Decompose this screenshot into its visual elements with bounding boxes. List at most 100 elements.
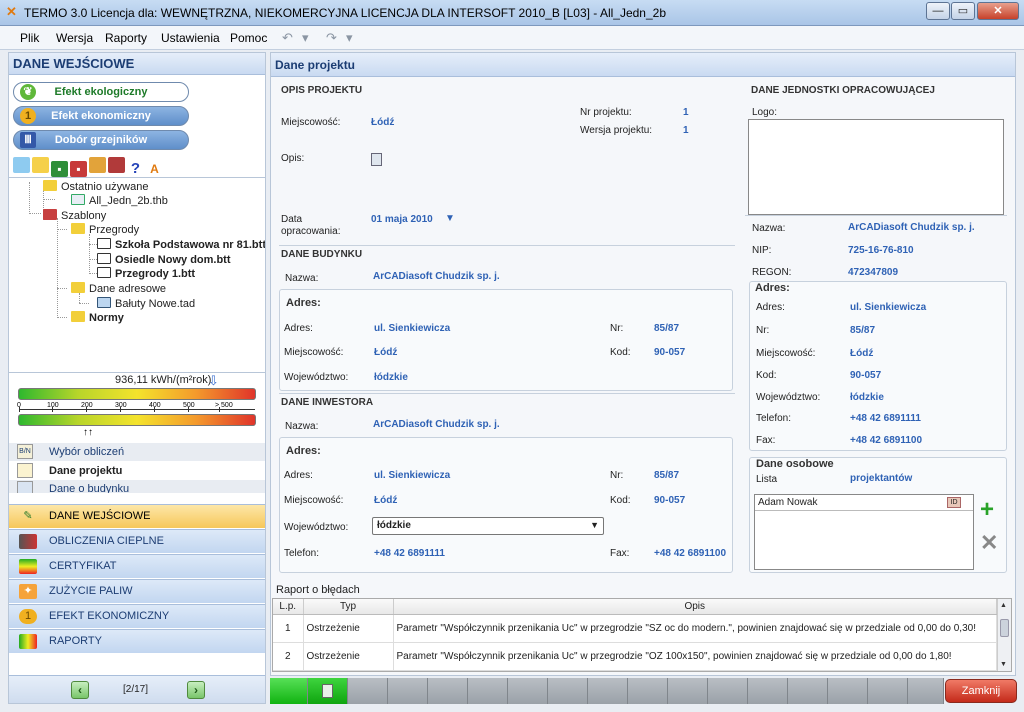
step-segment[interactable] — [868, 678, 908, 704]
errors-scrollbar[interactable]: ▲ ▼ — [997, 599, 1011, 671]
jednostka-regon-value[interactable]: 472347809 — [848, 267, 898, 278]
jednostka-miejscowosc-value[interactable]: Łódź — [850, 348, 873, 359]
arcadia-icon[interactable]: A — [146, 161, 163, 177]
module-econ-button[interactable]: 1 Efekt ekonomiczny — [13, 106, 189, 126]
osobowe-lista-value[interactable]: projektantów — [850, 473, 912, 484]
step-segment[interactable] — [428, 678, 468, 704]
menu-plik[interactable]: Plik — [20, 31, 39, 45]
save-as-icon[interactable]: ▪ — [70, 161, 87, 177]
tree-file-1[interactable]: Szkoła Podstawowa nr 81.btt — [97, 238, 265, 251]
inwestor-kod-value[interactable]: 90-057 — [654, 495, 685, 506]
close-window-button[interactable]: ✕ — [977, 2, 1019, 20]
step-segment[interactable] — [308, 678, 348, 704]
budynek-woj-value[interactable]: łódzkie — [374, 372, 408, 383]
jednostka-fax-value[interactable]: +48 42 6891100 — [850, 435, 922, 446]
redo-dropdown-icon[interactable]: ▾ — [346, 30, 353, 46]
step-segment[interactable] — [628, 678, 668, 704]
step-segment[interactable] — [348, 678, 388, 704]
undo-icon[interactable]: ↶ — [282, 30, 293, 46]
tree-norms[interactable]: Normy — [71, 311, 124, 324]
menu-ustawienia[interactable]: Ustawienia — [161, 31, 220, 45]
step-segment[interactable] — [748, 678, 788, 704]
jednostka-nr-value[interactable]: 85/87 — [850, 325, 875, 336]
section-raporty[interactable]: RAPORTY — [9, 629, 265, 653]
menu-raporty[interactable]: Raporty — [105, 31, 147, 45]
open-folder-icon[interactable] — [32, 157, 49, 173]
redo-icon[interactable]: ↷ — [326, 30, 337, 46]
inwestor-miejscowosc-value[interactable]: Łódź — [374, 495, 397, 506]
delete-icon[interactable] — [108, 157, 125, 173]
tree-file-2[interactable]: Osiedle Nowy dom.btt — [97, 253, 231, 266]
maximize-button[interactable]: ▭ — [951, 2, 975, 20]
help-icon[interactable]: ? — [127, 161, 144, 177]
step-segment[interactable] — [388, 678, 428, 704]
opis-miejscowosc-value[interactable]: Łódź — [371, 117, 394, 128]
budynek-nr-value[interactable]: 85/87 — [654, 323, 679, 334]
add-person-icon[interactable]: + — [980, 498, 994, 522]
section-obliczenia[interactable]: OBLICZENIA CIEPLNE — [9, 529, 265, 553]
error-row[interactable]: 1 Ostrzeżenie Parametr "Współczynnik prz… — [273, 614, 997, 643]
opis-nr-value[interactable]: 1 — [683, 107, 689, 118]
inwestor-tel-value[interactable]: +48 42 6891111 — [374, 548, 445, 559]
person-row[interactable]: Adam Nowak ID — [755, 495, 973, 511]
opis-data-value[interactable]: 01 maja 2010 — [371, 214, 433, 225]
error-row[interactable]: 2 Ostrzeżenie Parametr "Współczynnik prz… — [273, 642, 997, 671]
menu-wersja[interactable]: Wersja — [56, 31, 93, 45]
tree-file-3[interactable]: Przegrody 1.btt — [97, 267, 195, 280]
section-efekt[interactable]: 1 EFEKT EKONOMICZNY — [9, 604, 265, 628]
nav-wybor-obliczen[interactable]: B/N Wybór obliczeń — [9, 443, 265, 461]
budynek-miejscowosc-value[interactable]: Łódź — [374, 347, 397, 358]
step-segment[interactable] — [468, 678, 508, 704]
section-certyfikat[interactable]: CERTYFIKAT — [9, 554, 265, 578]
budynek-adres-value[interactable]: ul. Sienkiewicza — [374, 323, 450, 334]
budynek-nazwa-value[interactable]: ArCADiasoft Chudzik sp. j. — [373, 271, 500, 282]
description-doc-icon[interactable] — [371, 153, 382, 166]
inwestor-woj-select[interactable]: łódzkie ▼ — [372, 517, 604, 535]
inwestor-nr-value[interactable]: 85/87 — [654, 470, 679, 481]
close-button[interactable]: Zamknij — [945, 679, 1017, 703]
step-segment[interactable] — [588, 678, 628, 704]
step-segment[interactable] — [270, 678, 308, 704]
module-eco-button[interactable]: ❦ Efekt ekologiczny — [13, 82, 189, 102]
tree-recent-file[interactable]: All_Jedn_2b.thb — [71, 194, 168, 207]
id-card-icon[interactable]: ID — [947, 497, 961, 508]
step-segment[interactable] — [908, 678, 944, 704]
scroll-up-icon[interactable]: ▲ — [1000, 602, 1007, 609]
step-segment[interactable] — [708, 678, 748, 704]
jednostka-nip-value[interactable]: 725-16-76-810 — [848, 245, 914, 256]
col-opis[interactable]: Opis — [393, 599, 997, 615]
step-segment[interactable] — [548, 678, 588, 704]
inwestor-fax-value[interactable]: +48 42 6891100 — [654, 548, 726, 559]
save-icon[interactable]: ▪ — [51, 161, 68, 177]
tree-recent[interactable]: Ostatnio używane — [43, 180, 148, 193]
tree-partitions[interactable]: Przegrody — [71, 223, 139, 236]
tree-templates[interactable]: Szablony — [43, 209, 106, 222]
module-radiator-button[interactable]: Ⅲ Dobór grzejników — [13, 130, 189, 150]
scroll-down-icon[interactable]: ▼ — [1000, 661, 1007, 668]
inwestor-nazwa-value[interactable]: ArCADiasoft Chudzik sp. j. — [373, 419, 500, 430]
next-page-button[interactable]: › — [187, 681, 205, 699]
jednostka-tel-value[interactable]: +48 42 6891111 — [850, 413, 921, 424]
logo-box[interactable] — [748, 119, 1004, 215]
menu-pomoc[interactable]: Pomoc — [230, 31, 267, 45]
scroll-thumb[interactable] — [1000, 619, 1009, 637]
inwestor-adres-value[interactable]: ul. Sienkiewicza — [374, 470, 450, 481]
step-segment[interactable] — [828, 678, 868, 704]
col-lp[interactable]: L.p. — [273, 599, 304, 615]
step-segment[interactable] — [508, 678, 548, 704]
section-dane-wejsciowe[interactable]: ✎ DANE WEJŚCIOWE — [9, 504, 265, 528]
import-icon[interactable] — [89, 157, 106, 173]
date-dropdown-icon[interactable]: ▼ — [445, 213, 455, 224]
jednostka-nazwa-value[interactable]: ArCADiasoft Chudzik sp. j. — [848, 222, 975, 233]
jednostka-kod-value[interactable]: 90-057 — [850, 370, 881, 381]
minimize-button[interactable]: — — [926, 2, 950, 20]
prev-page-button[interactable]: ‹ — [71, 681, 89, 699]
tree-file-4[interactable]: Bałuty Nowe.tad — [97, 297, 195, 310]
remove-person-icon[interactable]: ✕ — [980, 532, 998, 554]
opis-wersja-value[interactable]: 1 — [683, 125, 689, 136]
tree-address-data[interactable]: Dane adresowe — [71, 282, 166, 295]
jednostka-woj-value[interactable]: łódzkie — [850, 392, 884, 403]
new-icon[interactable] — [13, 157, 30, 173]
nav-dane-projektu[interactable]: Dane projektu — [9, 462, 265, 480]
section-zuzycie[interactable]: ✦ ZUŻYCIE PALIW — [9, 579, 265, 603]
